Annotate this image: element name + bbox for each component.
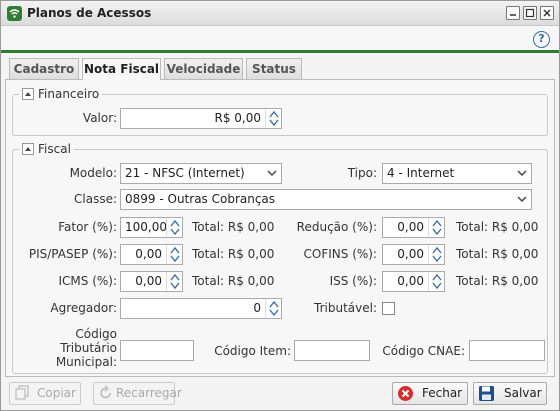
financeiro-legend-label: Financeiro: [38, 87, 100, 101]
recarregar-label: Recarregar: [116, 386, 182, 400]
codigo-tributario-input[interactable]: [120, 340, 194, 361]
icms-label: ICMS (%):: [58, 274, 117, 288]
tipo-select[interactable]: 4 - Internet: [382, 163, 532, 184]
icms-input[interactable]: 0,00: [120, 271, 183, 292]
fator-input[interactable]: 100,00: [120, 217, 183, 238]
iss-total: Total: R$ 0,00: [456, 274, 539, 288]
agregador-value: 0: [253, 301, 261, 315]
pis-total: Total: R$ 0,00: [192, 247, 275, 261]
minimize-button[interactable]: [506, 6, 520, 20]
codigo-tributario-label-line1: Código: [75, 327, 117, 341]
financeiro-legend: Financeiro: [19, 87, 103, 101]
iss-spinner[interactable]: [428, 272, 444, 291]
icms-value: 0,00: [135, 274, 162, 288]
classe-label: Classe:: [74, 192, 117, 206]
tipo-label: Tipo:: [347, 166, 377, 180]
chevron-down-icon[interactable]: [513, 164, 531, 183]
tab-nota-fiscal[interactable]: Nota Fiscal: [82, 58, 161, 80]
reducao-label: Redução (%):: [296, 220, 377, 234]
reducao-value: 0,00: [397, 220, 424, 234]
window-title: Planos de Acessos: [27, 6, 152, 20]
chevron-down-icon[interactable]: [513, 190, 531, 209]
maximize-button[interactable]: [523, 6, 537, 20]
fechar-button[interactable]: Fechar: [392, 382, 468, 405]
tab-cadastro[interactable]: Cadastro: [9, 58, 79, 79]
tab-panel-nota-fiscal: Financeiro Valor: R$ 0,00 Fiscal Modelo:…: [5, 79, 555, 377]
cofins-label: COFINS (%):: [303, 247, 377, 261]
classe-value: 0899 - Outras Cobranças: [125, 192, 276, 206]
codigo-tributario-label: Código Tributário Municipal:: [33, 327, 117, 369]
fator-spinner[interactable]: [166, 218, 182, 237]
toolbar: ?: [1, 26, 559, 53]
cofins-total: Total: R$ 0,00: [456, 247, 539, 261]
fechar-label: Fechar: [422, 386, 463, 400]
fiscal-legend: Fiscal: [19, 142, 74, 156]
agregador-input[interactable]: 0: [120, 298, 282, 319]
close-window-button[interactable]: [540, 6, 554, 20]
tributavel-checkbox[interactable]: [382, 302, 395, 315]
agregador-label: Agregador:: [50, 301, 117, 315]
modelo-value: 21 - NFSC (Internet): [125, 166, 245, 180]
valor-input[interactable]: R$ 0,00: [120, 108, 282, 129]
valor-spinner[interactable]: [265, 109, 281, 128]
codigo-cnae-label: Código CNAE:: [382, 344, 465, 358]
refresh-icon: [98, 385, 114, 408]
fator-value: 100,00: [125, 220, 167, 234]
codigo-tributario-label-line3: Municipal:: [55, 355, 117, 369]
copiar-button[interactable]: Copiar: [9, 382, 81, 405]
iss-input[interactable]: 0,00: [382, 271, 445, 292]
tab-velocidade[interactable]: Velocidade: [164, 58, 243, 79]
financeiro-fieldset: Financeiro Valor: R$ 0,00: [12, 87, 548, 136]
cofins-input[interactable]: 0,00: [382, 244, 445, 265]
tab-status[interactable]: Status: [246, 58, 302, 79]
help-icon[interactable]: ?: [533, 31, 550, 48]
reducao-input[interactable]: 0,00: [382, 217, 445, 238]
copy-icon: [14, 385, 30, 408]
fator-total: Total: R$ 0,00: [192, 220, 275, 234]
icms-total: Total: R$ 0,00: [192, 274, 275, 288]
codigo-tributario-label-line2: Tributário: [60, 341, 117, 355]
modelo-label: Modelo:: [69, 166, 117, 180]
salvar-label: Salvar: [504, 386, 542, 400]
classe-select[interactable]: 0899 - Outras Cobranças: [120, 189, 532, 210]
salvar-button[interactable]: Salvar: [473, 382, 547, 405]
collapse-financeiro-icon[interactable]: [22, 88, 34, 100]
pis-spinner[interactable]: [166, 245, 182, 264]
codigo-cnae-input[interactable]: [469, 340, 545, 361]
iss-value: 0,00: [397, 274, 424, 288]
cofins-spinner[interactable]: [428, 245, 444, 264]
pis-input[interactable]: 0,00: [120, 244, 183, 265]
floppy-icon: [478, 385, 495, 409]
footer-bar: Copiar Recarregar Fechar Salvar: [1, 379, 559, 410]
agregador-spinner[interactable]: [265, 299, 281, 318]
fiscal-legend-label: Fiscal: [38, 142, 71, 156]
window: Planos de Acessos ? Cadastro Nota Fiscal…: [0, 0, 560, 411]
collapse-fiscal-icon[interactable]: [22, 143, 34, 155]
tipo-value: 4 - Internet: [387, 166, 455, 180]
tributavel-label: Tributável:: [314, 301, 377, 315]
pis-label: PIS/PASEP (%):: [28, 247, 117, 261]
copiar-label: Copiar: [37, 386, 76, 400]
wifi-icon: [7, 6, 22, 21]
cofins-value: 0,00: [397, 247, 424, 261]
codigo-item-label: Código Item:: [214, 344, 291, 358]
valor-label: Valor:: [82, 111, 117, 125]
pis-value: 0,00: [135, 247, 162, 261]
reducao-spinner[interactable]: [428, 218, 444, 237]
modelo-select[interactable]: 21 - NFSC (Internet): [120, 163, 282, 184]
iss-label: ISS (%):: [329, 274, 377, 288]
icms-spinner[interactable]: [166, 272, 182, 291]
codigo-item-input[interactable]: [294, 340, 370, 361]
fiscal-fieldset: Fiscal Modelo: 21 - NFSC (Internet) Tipo…: [12, 142, 548, 374]
recarregar-button[interactable]: Recarregar: [93, 382, 182, 408]
reducao-total: Total: R$ 0,00: [456, 220, 539, 234]
close-icon: [397, 385, 414, 409]
fator-label: Fator (%):: [58, 220, 117, 234]
chevron-down-icon[interactable]: [263, 164, 281, 183]
title-bar[interactable]: Planos de Acessos: [1, 1, 559, 26]
valor-value: R$ 0,00: [214, 111, 261, 125]
